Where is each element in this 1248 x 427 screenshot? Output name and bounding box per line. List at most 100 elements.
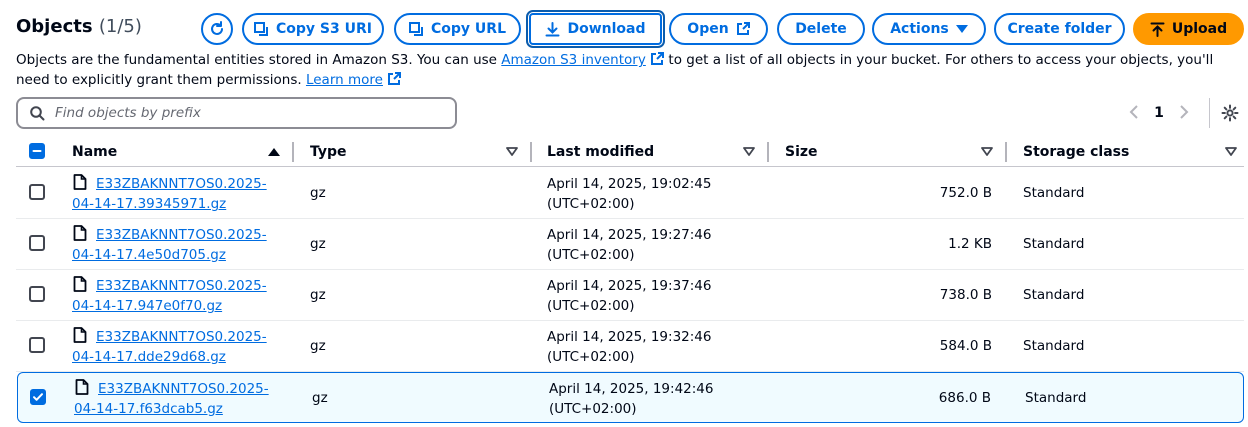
- object-name-link[interactable]: E33ZBAKNNT7OS0.2025- 04-14-17.39345971.g…: [72, 174, 272, 214]
- object-type: gz: [310, 287, 326, 303]
- table-row[interactable]: E33ZBAKNNT7OS0.2025- 04-14-17.947e0f70.g…: [16, 270, 1244, 321]
- column-header-type[interactable]: Type: [310, 144, 347, 160]
- actions-dropdown-button[interactable]: Actions: [872, 13, 986, 45]
- object-type: gz: [310, 185, 326, 201]
- last-modified-date: April 14, 2025, 19:42:46: [549, 381, 714, 397]
- refresh-icon: [211, 21, 223, 35]
- column-header-last-modified[interactable]: Last modified: [547, 144, 654, 160]
- object-type: gz: [310, 236, 326, 252]
- object-name-line-1: E33ZBAKNNT7OS0.2025-: [96, 176, 267, 192]
- download-button[interactable]: Download: [526, 10, 665, 48]
- object-name-line-1: E33ZBAKNNT7OS0.2025-: [96, 329, 267, 345]
- table-row[interactable]: E33ZBAKNNT7OS0.2025- 04-14-17.4e50d705.g…: [16, 219, 1244, 270]
- column-resizer[interactable]: [1005, 142, 1007, 162]
- column-resizer[interactable]: [292, 142, 294, 162]
- object-name-link[interactable]: E33ZBAKNNT7OS0.2025- 04-14-17.f63dcab5.g…: [74, 379, 274, 419]
- last-modified-cell: April 14, 2025, 19:37:46 (UTC+02:00): [547, 276, 711, 316]
- chevron-right-icon[interactable]: [1174, 104, 1194, 123]
- last-modified-timezone: (UTC+02:00): [547, 247, 635, 263]
- sort-descending-icon[interactable]: [1225, 147, 1237, 156]
- open-button[interactable]: Open: [669, 13, 768, 45]
- open-label: Open: [687, 21, 729, 37]
- object-size: 752.0 B: [939, 185, 992, 201]
- delete-label: Delete: [795, 21, 847, 37]
- sort-ascending-icon[interactable]: [268, 147, 280, 156]
- table-row[interactable]: E33ZBAKNNT7OS0.2025- 04-14-17.39345971.g…: [16, 168, 1244, 219]
- storage-class: Standard: [1023, 236, 1085, 252]
- column-resizer[interactable]: [530, 142, 532, 162]
- external-link-icon: [651, 52, 665, 65]
- object-size: 1.2 KB: [948, 236, 992, 252]
- object-name-link[interactable]: E33ZBAKNNT7OS0.2025- 04-14-17.4e50d705.g…: [72, 225, 272, 265]
- last-modified-date: April 14, 2025, 19:02:45: [547, 176, 712, 192]
- sort-descending-icon[interactable]: [981, 147, 993, 156]
- page-number[interactable]: 1: [1144, 105, 1174, 121]
- sort-descending-icon[interactable]: [743, 147, 755, 156]
- last-modified-timezone: (UTC+02:00): [547, 298, 635, 314]
- object-name-line-1: E33ZBAKNNT7OS0.2025-: [96, 227, 267, 243]
- storage-class: Standard: [1023, 338, 1085, 354]
- search-icon: [30, 105, 45, 120]
- learn-more-label: Learn more: [305, 71, 383, 88]
- amazon-s3-inventory-link[interactable]: Amazon S3 inventory: [501, 52, 646, 68]
- column-resizer[interactable]: [767, 142, 769, 162]
- objects-header: Objects (1/5) Copy S3 URI Copy URL Downl…: [0, 0, 1248, 56]
- row-checkbox[interactable]: [29, 235, 45, 251]
- copy-s3-uri-label: Copy S3 URI: [276, 21, 372, 37]
- last-modified-cell: April 14, 2025, 19:42:46 (UTC+02:00): [549, 379, 713, 419]
- last-modified-date: April 14, 2025, 19:27:46: [547, 227, 712, 243]
- row-checkbox[interactable]: [30, 389, 46, 405]
- table-header: Name Type Last modified Size Storage cla…: [16, 139, 1244, 167]
- upload-icon: [1150, 22, 1165, 37]
- column-header-storage-class[interactable]: Storage class: [1023, 144, 1129, 160]
- caret-down-icon: [955, 24, 968, 33]
- external-link-icon: [388, 71, 402, 85]
- page-title: Objects (1/5): [16, 16, 142, 37]
- last-modified-timezone: (UTC+02:00): [547, 196, 635, 212]
- copy-icon: [254, 21, 268, 36]
- download-icon: [545, 21, 560, 36]
- refresh-button[interactable]: [201, 13, 233, 45]
- column-header-name[interactable]: Name: [72, 144, 117, 160]
- row-checkbox[interactable]: [29, 184, 45, 200]
- last-modified-cell: April 14, 2025, 19:27:46 (UTC+02:00): [547, 225, 711, 265]
- delete-button[interactable]: Delete: [777, 13, 865, 45]
- last-modified-date: April 14, 2025, 19:32:46: [547, 329, 712, 345]
- row-checkbox[interactable]: [29, 337, 45, 353]
- actions-label: Actions: [890, 21, 949, 37]
- object-name-line-1: E33ZBAKNNT7OS0.2025-: [98, 381, 269, 397]
- row-checkbox[interactable]: [29, 286, 45, 302]
- storage-class: Standard: [1025, 390, 1087, 406]
- create-folder-button[interactable]: Create folder: [994, 13, 1125, 45]
- object-name-link[interactable]: E33ZBAKNNT7OS0.2025- 04-14-17.dde29d68.g…: [72, 327, 272, 367]
- chevron-left-icon[interactable]: [1124, 104, 1144, 123]
- storage-class: Standard: [1023, 287, 1085, 303]
- learn-more-link[interactable]: Learn more: [306, 72, 383, 88]
- copy-icon: [409, 21, 423, 36]
- description-text-1: Objects are the fundamental entities sto…: [16, 52, 502, 68]
- selection-count: (1/5): [98, 16, 142, 37]
- download-label: Download: [567, 21, 646, 37]
- select-all-checkbox[interactable]: [29, 143, 45, 159]
- sort-descending-icon[interactable]: [506, 147, 518, 156]
- copy-url-button[interactable]: Copy URL: [394, 13, 521, 45]
- last-modified-timezone: (UTC+02:00): [547, 349, 635, 365]
- object-type: gz: [312, 390, 328, 406]
- gear-icon[interactable]: [1221, 104, 1239, 126]
- copy-url-label: Copy URL: [431, 21, 506, 37]
- pagination: 1: [1124, 103, 1194, 123]
- object-name-line-2: 04-14-17.dde29d68.gz: [72, 349, 226, 365]
- copy-s3-uri-button[interactable]: Copy S3 URI: [242, 13, 384, 45]
- object-name-line-2: 04-14-17.39345971.gz: [72, 196, 227, 212]
- column-header-size[interactable]: Size: [785, 144, 818, 160]
- table-row[interactable]: E33ZBAKNNT7OS0.2025- 04-14-17.dde29d68.g…: [16, 321, 1244, 372]
- upload-button[interactable]: Upload: [1133, 13, 1244, 45]
- divider: [1209, 98, 1210, 128]
- search-input[interactable]: Find objects by prefix: [16, 97, 457, 129]
- last-modified-cell: April 14, 2025, 19:32:46 (UTC+02:00): [547, 327, 711, 367]
- create-folder-label: Create folder: [1007, 21, 1112, 37]
- title-text: Objects: [16, 16, 93, 37]
- last-modified-date: April 14, 2025, 19:37:46: [547, 278, 712, 294]
- object-name-link[interactable]: E33ZBAKNNT7OS0.2025- 04-14-17.947e0f70.g…: [72, 276, 272, 316]
- table-row[interactable]: E33ZBAKNNT7OS0.2025- 04-14-17.f63dcab5.g…: [17, 372, 1244, 423]
